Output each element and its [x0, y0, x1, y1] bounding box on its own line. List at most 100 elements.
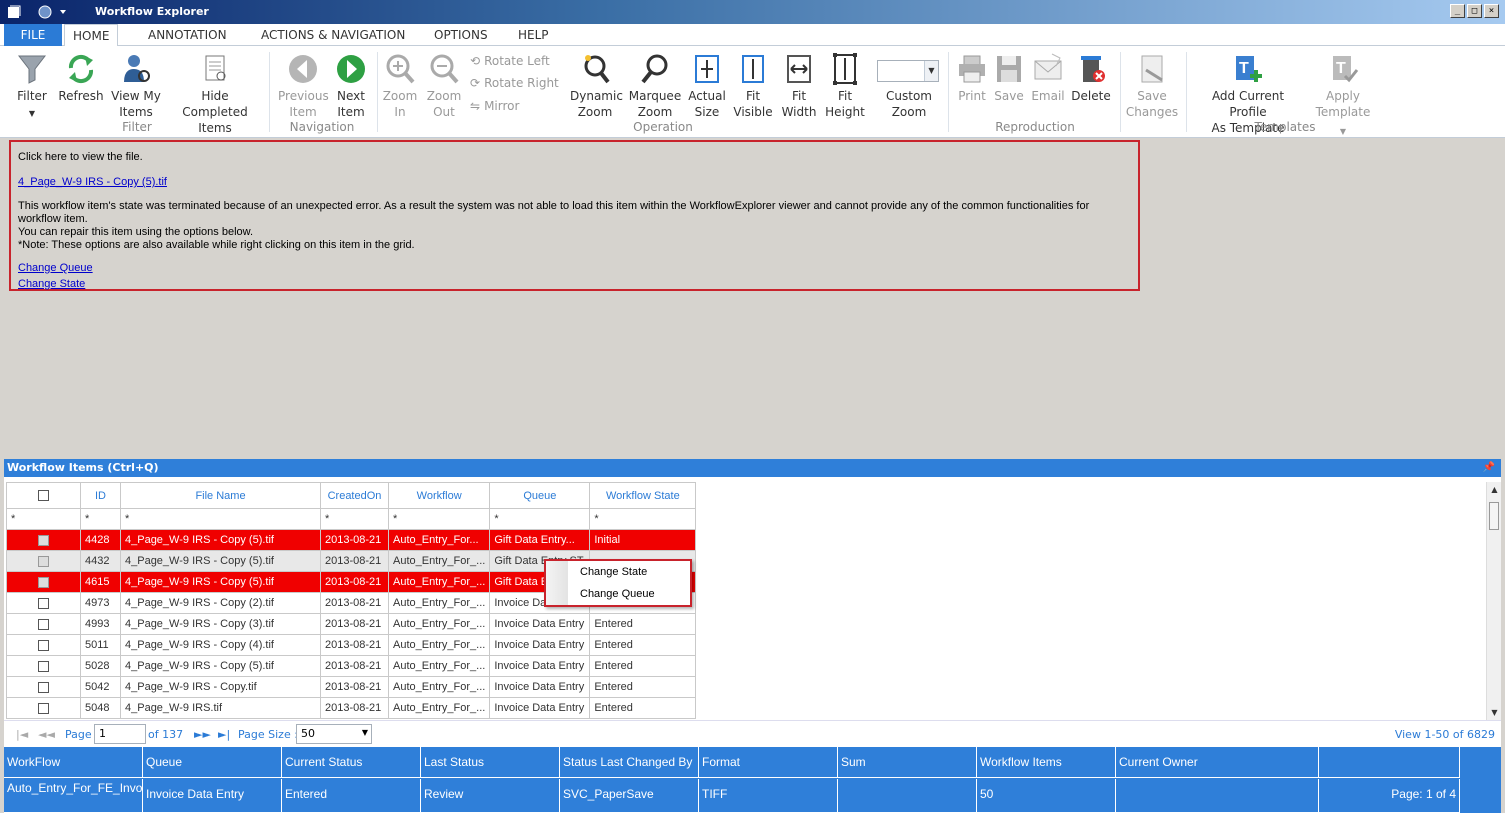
row-checkbox[interactable]: [38, 639, 49, 651]
fit-height-button[interactable]: Fit Height: [824, 52, 866, 120]
quick-access-icon[interactable]: [36, 4, 72, 20]
column-header-created-on[interactable]: CreatedOn: [320, 482, 389, 509]
menu-item-change-queue[interactable]: Change Queue: [580, 588, 655, 600]
filter-cell[interactable]: *: [589, 508, 697, 530]
maximize-button[interactable]: □: [1467, 4, 1482, 18]
table-row[interactable]: 5048 4_Page_W-9 IRS.tif 2013-08-21 Auto_…: [6, 697, 697, 719]
filter-cell[interactable]: *: [6, 508, 81, 530]
previous-item-button[interactable]: Previous Item: [278, 52, 329, 120]
zoom-out-button[interactable]: Zoom Out: [426, 52, 462, 120]
row-checkbox[interactable]: [38, 576, 49, 588]
table-row[interactable]: 5028 4_Page_W-9 IRS - Copy (5).tif 2013-…: [6, 655, 697, 677]
tab-annotation[interactable]: ANNOTATION: [140, 24, 235, 46]
app-icon[interactable]: [6, 4, 22, 20]
apply-template-button[interactable]: T Apply Template ▼: [1312, 52, 1374, 140]
tab-options[interactable]: OPTIONS: [426, 24, 496, 46]
pin-icon[interactable]: 📌: [1483, 459, 1495, 477]
window-title: Workflow Explorer: [95, 5, 209, 18]
zoom-in-button[interactable]: Zoom In: [382, 52, 418, 120]
view-my-items-button[interactable]: View My Items: [110, 52, 162, 120]
actual-size-button[interactable]: Actual Size: [688, 52, 726, 120]
filter-cell[interactable]: *: [489, 508, 591, 530]
last-page-icon[interactable]: ►|: [218, 728, 230, 741]
fit-visible-label-2: Visible: [733, 105, 773, 119]
column-header-workflow-state[interactable]: Workflow State: [589, 482, 697, 509]
file-link[interactable]: 4_Page_W-9 IRS - Copy (5).tif: [18, 176, 1131, 189]
select-all-checkbox[interactable]: [38, 490, 49, 502]
vertical-scrollbar[interactable]: ▲ ▼: [1486, 482, 1501, 720]
zoom-in-label-2: In: [394, 105, 406, 119]
filter-cell[interactable]: *: [80, 508, 121, 530]
table-row[interactable]: 4428 4_Page_W-9 IRS - Copy (5).tif 2013-…: [6, 529, 697, 551]
scroll-up-icon[interactable]: ▲: [1487, 482, 1502, 497]
tab-file[interactable]: FILE: [4, 24, 62, 46]
row-checkbox[interactable]: [38, 702, 49, 714]
table-row[interactable]: 4993 4_Page_W-9 IRS - Copy (3).tif 2013-…: [6, 613, 697, 635]
dynamic-zoom-button[interactable]: Dynamic Zoom: [570, 52, 623, 120]
close-button[interactable]: ×: [1484, 4, 1499, 18]
filter-button[interactable]: Filter ▼: [14, 52, 50, 122]
page-number-input[interactable]: 1: [94, 724, 146, 744]
rotate-right-button[interactable]: ⟳ Rotate Right: [470, 76, 559, 90]
change-state-link[interactable]: Change State: [18, 278, 85, 290]
row-checkbox[interactable]: [38, 597, 49, 609]
row-checkbox[interactable]: [38, 534, 49, 546]
next-item-button[interactable]: Next Item: [332, 52, 370, 120]
prev-page-icon[interactable]: ◄◄: [38, 728, 55, 741]
fit-visible-button[interactable]: Fit Visible: [732, 52, 774, 120]
row-checkbox[interactable]: [38, 660, 49, 672]
view-range-label: View 1-50 of 6829: [1394, 728, 1495, 741]
first-page-icon[interactable]: |◄: [16, 728, 28, 741]
row-checkbox[interactable]: [38, 555, 49, 567]
page-size-select[interactable]: 50 ▼: [296, 724, 372, 744]
save-button[interactable]: Save: [992, 52, 1026, 104]
trash-icon: [1081, 56, 1105, 82]
print-button[interactable]: Print: [954, 52, 990, 104]
column-header-queue[interactable]: Queue: [489, 482, 591, 509]
select-all-header[interactable]: [6, 482, 81, 509]
cell-workflow: Auto_Entry_For_...: [387, 634, 491, 656]
column-header-file-name[interactable]: File Name: [120, 482, 321, 509]
tab-help[interactable]: HELP: [510, 24, 557, 46]
email-button[interactable]: Email: [1030, 52, 1066, 104]
fit-width-button[interactable]: Fit Width: [780, 52, 818, 120]
rotate-right-icon: ⟳: [470, 76, 481, 90]
ribbon: Filter ▼ Refresh View My Items Hide Comple…: [0, 46, 1505, 138]
menu-item-change-state[interactable]: Change State: [580, 566, 647, 578]
marquee-zoom-button[interactable]: Marquee Zoom: [628, 52, 682, 120]
table-row[interactable]: 5011 4_Page_W-9 IRS - Copy (4).tif 2013-…: [6, 634, 697, 656]
summary-header-current-owner: Current Owner: [1116, 747, 1319, 778]
row-checkbox[interactable]: [38, 681, 49, 693]
mirror-button[interactable]: ⇋ Mirror: [470, 99, 519, 113]
refresh-label: Refresh: [58, 89, 104, 103]
hide-completed-items-button[interactable]: Hide Completed Items: [168, 52, 262, 136]
tab-home[interactable]: HOME: [64, 24, 119, 47]
tab-actions-navigation[interactable]: ACTIONS & NAVIGATION: [253, 24, 413, 46]
row-checkbox[interactable]: [38, 618, 49, 630]
delete-button[interactable]: Delete: [1070, 52, 1112, 104]
table-row[interactable]: 5042 4_Page_W-9 IRS - Copy.tif 2013-08-2…: [6, 676, 697, 698]
minimize-button[interactable]: _: [1450, 4, 1465, 18]
filter-cell[interactable]: *: [120, 508, 321, 530]
cell-workflow: Auto_Entry_For_...: [387, 697, 491, 719]
save-changes-button[interactable]: Save Changes: [1124, 52, 1180, 120]
ribbon-separator: [948, 52, 949, 132]
operation-group-label: Operation: [633, 120, 693, 134]
filter-cell[interactable]: *: [387, 508, 491, 530]
change-queue-link[interactable]: Change Queue: [18, 262, 93, 274]
rotate-left-label: Rotate Left: [484, 54, 550, 68]
cell-file-name: 4_Page_W-9 IRS - Copy (5).tif: [120, 550, 321, 572]
custom-zoom-select[interactable]: ▼: [877, 60, 939, 82]
ribbon-separator: [1186, 52, 1187, 132]
scroll-down-icon[interactable]: ▼: [1487, 705, 1502, 720]
column-header-id[interactable]: ID: [80, 482, 121, 509]
reproduction-group-label: Reproduction: [995, 120, 1075, 134]
pager: |◄ ◄◄ Page 1 of 137 ►► ►| Page Size : 50…: [4, 720, 1501, 747]
refresh-button[interactable]: Refresh: [58, 52, 104, 104]
rotate-left-button[interactable]: ⟲ Rotate Left: [470, 54, 550, 68]
column-header-workflow[interactable]: Workflow: [387, 482, 491, 509]
scrollbar-thumb[interactable]: [1489, 502, 1499, 530]
filter-cell[interactable]: *: [320, 508, 389, 530]
next-page-icon[interactable]: ►►: [194, 728, 211, 741]
fit-width-label-1: Fit: [791, 89, 807, 103]
